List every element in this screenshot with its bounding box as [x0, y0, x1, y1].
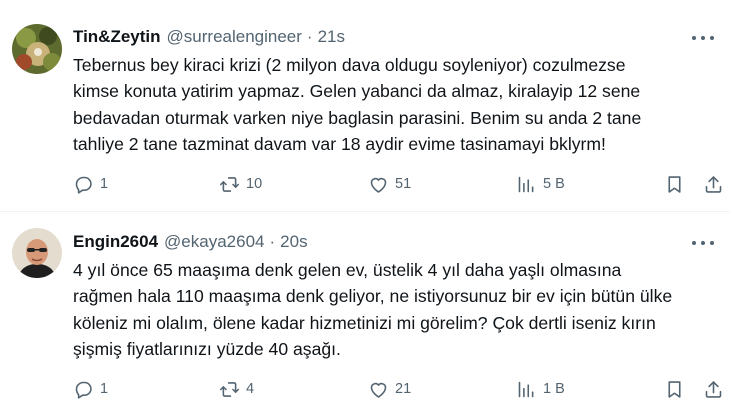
bookmark-button[interactable]: [664, 377, 685, 401]
tweet[interactable]: Engin2604 @ekaya2604 · 20s 4 yıl önce 65…: [0, 213, 730, 420]
share-icon: [705, 380, 722, 398]
retweet-count: 4: [246, 381, 255, 397]
timestamp[interactable]: 20s: [280, 232, 307, 252]
reply-count: 1: [100, 381, 109, 397]
tweet-text-line: tahliye 2 tane tazminat davam var 18 ayd…: [73, 134, 606, 155]
reply-icon: [75, 176, 92, 194]
tweet-text-line: rağmen hala 110 maaşıma denk geliyor, ne…: [73, 286, 673, 307]
display-name[interactable]: Engin2604: [73, 232, 158, 252]
views-count: 5 B: [543, 176, 565, 192]
tweet-text-line: Tebernus bey kiraci krizi (2 milyon dava…: [73, 55, 626, 75]
like-button[interactable]: 21: [368, 377, 411, 401]
action-bar: 1 4 21 1 B: [73, 377, 723, 401]
avatar[interactable]: [12, 228, 62, 278]
retweet-button[interactable]: 4: [219, 377, 254, 401]
tweet-text: 4 yıl önce 65 maaşıma denk gelen ev, üst…: [73, 257, 713, 363]
like-icon: [370, 177, 387, 193]
more-icon[interactable]: [692, 240, 714, 246]
retweet-icon: [219, 176, 240, 192]
timestamp[interactable]: 21s: [318, 27, 345, 47]
like-button[interactable]: 51: [368, 172, 411, 196]
tweet-header: Tin&Zeytin @surrealengineer · 21s: [73, 27, 345, 47]
views-icon: [518, 176, 534, 192]
tweet-text-line: köleniz mi olalım, ölene kadar hizmetini…: [73, 312, 656, 333]
reply-icon: [75, 381, 92, 399]
separator: ·: [269, 232, 276, 251]
views-icon: [518, 381, 534, 397]
tweet-text-line: şişmiş fiyatlarınızı yüzde 40 aşağı.: [73, 339, 341, 360]
views-button[interactable]: 5 B: [516, 172, 565, 196]
separator: ·: [306, 27, 313, 46]
share-button[interactable]: [703, 377, 724, 401]
tweet-text-line: bedavadan oturmak varken niye baglasin p…: [73, 107, 642, 128]
username[interactable]: @surrealengineer: [167, 27, 302, 47]
tweet-text-line: kimse konuta yatirim yapmaz. Gelen yaban…: [73, 81, 641, 102]
tweet[interactable]: Tin&Zeytin @surrealengineer · 21s Tebern…: [0, 0, 730, 212]
share-button[interactable]: [703, 172, 724, 196]
retweet-icon: [219, 381, 240, 397]
reply-button[interactable]: 1: [73, 377, 108, 401]
like-count: 51: [395, 176, 412, 192]
reply-count: 1: [100, 176, 109, 192]
display-name[interactable]: Tin&Zeytin: [73, 27, 161, 47]
bookmark-icon: [668, 380, 681, 398]
action-bar: 1 10 51 5 B: [73, 172, 723, 196]
like-count: 21: [395, 381, 412, 397]
bookmark-button[interactable]: [664, 172, 685, 196]
avatar[interactable]: [12, 24, 62, 74]
tweet-text: Tebernus bey kiraci krizi (2 milyon dava…: [73, 52, 713, 158]
bookmark-icon: [668, 175, 681, 193]
views-button[interactable]: 1 B: [516, 377, 565, 401]
retweet-button[interactable]: 10: [219, 172, 262, 196]
retweet-count: 10: [246, 176, 263, 192]
username[interactable]: @ekaya2604: [164, 232, 264, 252]
views-count: 1 B: [543, 381, 565, 397]
reply-button[interactable]: 1: [73, 172, 108, 196]
tweet-text-line: 4 yıl önce 65 maaşıma denk gelen ev, üst…: [73, 260, 622, 280]
avatar-image: [12, 24, 62, 74]
more-icon[interactable]: [692, 35, 714, 41]
avatar-image: [12, 228, 62, 278]
tweet-header: Engin2604 @ekaya2604 · 20s: [73, 232, 308, 252]
share-icon: [705, 175, 722, 193]
like-icon: [370, 382, 387, 398]
